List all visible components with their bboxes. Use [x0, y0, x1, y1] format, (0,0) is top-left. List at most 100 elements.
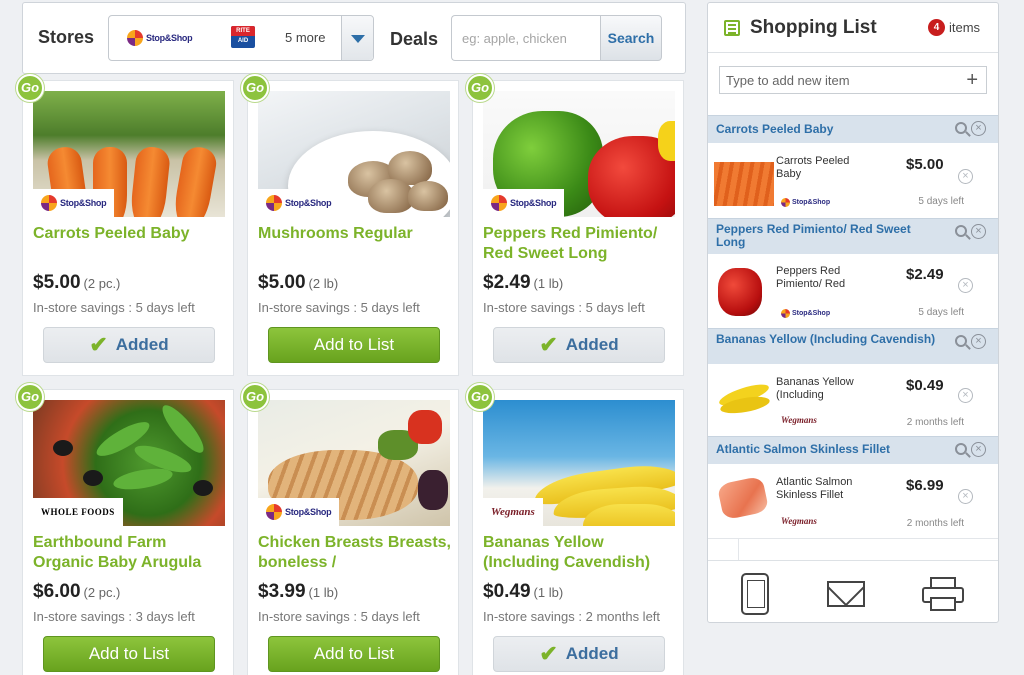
product-price: $5.00 (2 pc.)	[33, 272, 121, 293]
list-item[interactable]: Bananas Yellow (Including $0.49 × Wegman…	[708, 364, 998, 436]
item-count-badge: 4	[928, 19, 945, 36]
product-card[interactable]: Go Stop&Shop Carrots Peeled Baby $5.00 (2…	[16, 74, 234, 376]
section-title: Bananas Yellow (Including Cavendish)	[716, 332, 936, 346]
product-card[interactable]: Go Stop&Shop Peppers Red Pimiento/ Red S…	[466, 74, 684, 376]
shopping-list-items[interactable]: Carrots Peeled Baby × Carrots Peeled Bab…	[708, 113, 998, 560]
product-title[interactable]: Chicken Breasts Breasts, boneless /	[258, 533, 454, 573]
deal-search-bar: Stores Stop&Shop RITEAID 5 more Deals Se…	[22, 2, 686, 74]
add-to-list-button[interactable]: Add to List	[268, 327, 440, 363]
store-logo: Stop&Shop	[258, 498, 340, 526]
product-title[interactable]: Bananas Yellow (Including Cavendish)	[483, 533, 679, 573]
mail-icon[interactable]	[827, 581, 865, 607]
product-card[interactable]: Go Stop&Shop Mushrooms Regular $5.00 (2 l…	[241, 74, 459, 376]
search-button[interactable]: Search	[600, 15, 662, 61]
product-price: $6.00 (2 pc.)	[33, 581, 121, 602]
product-price: $3.99 (1 lb)	[258, 581, 339, 602]
product-title[interactable]: Earthbound Farm Organic Baby Arugula	[33, 533, 229, 573]
dropdown-arrow-icon[interactable]	[341, 16, 373, 60]
product-title[interactable]: Mushrooms Regular	[258, 224, 454, 264]
item-price: $5.00	[906, 156, 944, 173]
go-badge-icon: Go	[16, 383, 44, 411]
item-price: $2.49	[906, 266, 944, 283]
product-title[interactable]: Peppers Red Pimiento/ Red Sweet Long	[483, 224, 679, 264]
magnifier-icon[interactable]	[955, 122, 967, 134]
deals-label: Deals	[390, 29, 439, 49]
section-title: Carrots Peeled Baby	[716, 122, 834, 136]
item-thumbnail	[714, 162, 774, 206]
remove-icon[interactable]: ×	[971, 224, 986, 239]
add-item-input[interactable]	[720, 67, 960, 93]
item-count-label: items	[949, 20, 981, 35]
remove-icon[interactable]: ×	[971, 442, 986, 457]
plus-icon[interactable]: +	[966, 68, 978, 92]
savings-text: In-store savings : 5 days left	[33, 300, 195, 315]
add-to-list-button[interactable]: Add to List	[43, 636, 215, 672]
shopping-list-panel: Shopping List 4 items + Carrots Peeled B…	[707, 2, 999, 623]
item-price: $6.99	[906, 477, 944, 494]
item-time-left: 2 months left	[906, 417, 964, 428]
item-time-left: 5 days left	[918, 307, 964, 318]
added-button[interactable]: ✔ Added	[43, 327, 215, 363]
product-card[interactable]: Go Stop&Shop Chicken Breasts Breasts, bo…	[241, 383, 459, 675]
list-empty-row	[708, 538, 998, 560]
product-price: $0.49 (1 lb)	[483, 581, 564, 602]
store-logo: Stop&Shop	[33, 189, 115, 217]
go-badge-icon: Go	[16, 74, 44, 102]
magnifier-icon[interactable]	[955, 225, 967, 237]
store-logo: Stop&Shop	[483, 189, 565, 217]
list-item[interactable]: Atlantic Salmon Skinless Fillet $6.99 × …	[708, 464, 998, 538]
share-toolbar	[708, 560, 998, 622]
item-store-logo: Wegmans	[781, 415, 817, 425]
shopping-list-header: Shopping List 4 items	[708, 3, 998, 53]
remove-icon[interactable]: ×	[958, 489, 973, 504]
list-section-header[interactable]: Peppers Red Pimiento/ Red Sweet Long ×	[708, 218, 998, 254]
item-name: Peppers Red Pimiento/ Red	[776, 265, 846, 290]
phone-icon[interactable]	[741, 573, 769, 615]
savings-text: In-store savings : 2 months left	[483, 609, 661, 624]
list-section-header[interactable]: Atlantic Salmon Skinless Fillet ×	[708, 436, 998, 464]
list-item[interactable]: Peppers Red Pimiento/ Red $2.49 × Stop&S…	[708, 254, 998, 328]
go-badge-icon: Go	[241, 383, 269, 411]
go-badge-icon: Go	[466, 383, 494, 411]
add-to-list-button[interactable]: Add to List	[268, 636, 440, 672]
store-logo: WHOLE FOODS	[33, 498, 123, 526]
shopping-list-title: Shopping List	[750, 17, 877, 38]
deals-search-input[interactable]	[451, 15, 601, 61]
list-section-header[interactable]: Bananas Yellow (Including Cavendish) ×	[708, 328, 998, 364]
section-title: Peppers Red Pimiento/ Red Sweet Long	[716, 222, 911, 249]
product-card[interactable]: Go WHOLE FOODS Earthbound Farm Organic B…	[16, 383, 234, 675]
product-card[interactable]: Go Wegmans Bananas Yellow (Including Cav…	[466, 383, 684, 675]
item-name: Carrots Peeled Baby	[776, 155, 850, 180]
added-button[interactable]: ✔ Added	[493, 327, 665, 363]
item-store-logo: Wegmans	[781, 516, 817, 526]
go-badge-icon: Go	[241, 74, 269, 102]
store-logo: Wegmans	[483, 498, 543, 526]
add-item-field[interactable]: +	[719, 66, 987, 94]
product-price: $5.00 (2 lb)	[258, 272, 339, 293]
rite-aid-logo: RITE AID	[231, 26, 255, 48]
product-price: $2.49 (1 lb)	[483, 272, 564, 293]
savings-text: In-store savings : 3 days left	[33, 609, 195, 624]
list-icon	[724, 20, 740, 36]
list-item[interactable]: Carrots Peeled Baby $5.00 × Stop&Shop 5 …	[708, 143, 998, 218]
check-icon: ✔	[89, 332, 108, 357]
store-logo: Stop&Shop	[258, 189, 340, 217]
store-selector[interactable]: Stop&Shop RITE AID 5 more	[108, 15, 374, 61]
printer-icon[interactable]	[922, 577, 964, 611]
product-title[interactable]: Carrots Peeled Baby	[33, 224, 229, 264]
magnifier-icon[interactable]	[955, 335, 967, 347]
remove-icon[interactable]: ×	[958, 278, 973, 293]
item-name: Bananas Yellow (Including	[776, 376, 854, 401]
remove-icon[interactable]: ×	[958, 169, 973, 184]
list-section-header[interactable]: Carrots Peeled Baby ×	[708, 115, 998, 143]
remove-icon[interactable]: ×	[971, 334, 986, 349]
item-thumbnail	[714, 376, 774, 420]
remove-icon[interactable]: ×	[971, 121, 986, 136]
magnifier-icon[interactable]	[955, 443, 967, 455]
go-badge-icon: Go	[466, 74, 494, 102]
item-time-left: 5 days left	[918, 196, 964, 207]
added-button[interactable]: ✔ Added	[493, 636, 665, 672]
remove-icon[interactable]: ×	[958, 388, 973, 403]
more-stores-text: 5 more	[285, 30, 326, 45]
item-store-logo: Stop&Shop	[781, 309, 830, 318]
